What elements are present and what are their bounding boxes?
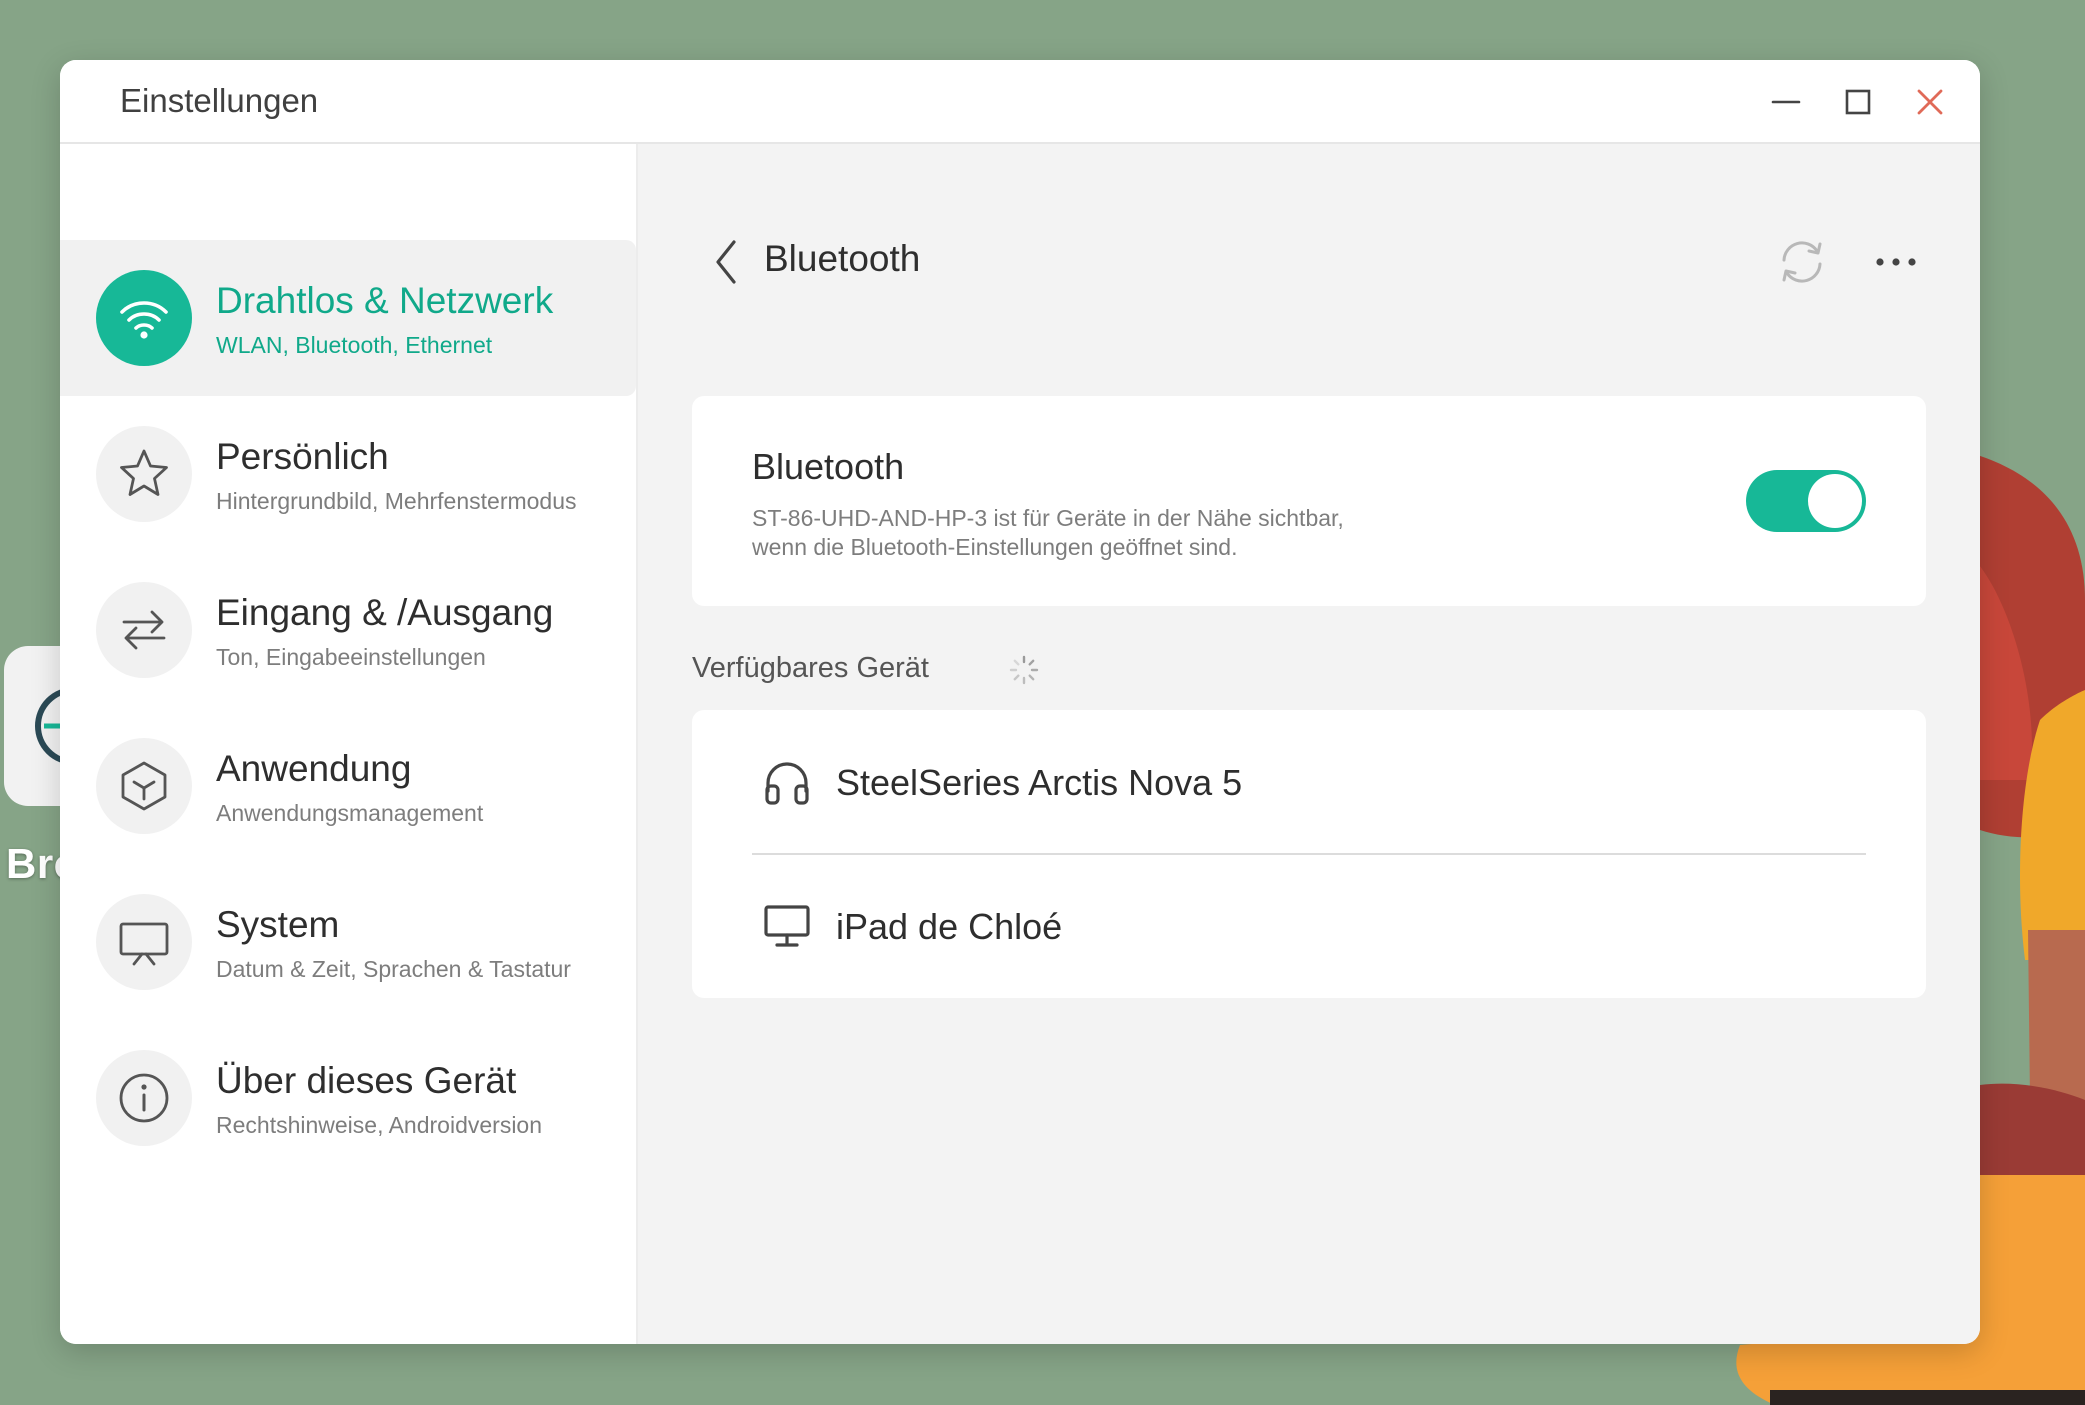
sidebar-item-title: Über dieses Gerät [216,1060,517,1101]
star-icon [96,426,192,522]
settings-window: Einstellungen Drahtlos & Netzwerk WLAN, … [60,60,1980,1344]
sidebar-item-title: Drahtlos & Netzwerk [216,280,554,321]
more-horizontal-icon [1876,258,1916,266]
sidebar-item-about-device[interactable]: Über dieses Gerät Rechtshinweise, Androi… [60,1020,636,1176]
maximize-button[interactable] [1838,82,1878,122]
available-devices-list: SteelSeries Arctis Nova 5 iPad de Chloé [692,710,1926,998]
bluetooth-setting-title: Bluetooth [752,446,905,487]
window-title: Einstellungen [120,82,319,119]
close-icon [1917,89,1943,115]
sidebar-item-wireless-network[interactable]: Drahtlos & Netzwerk WLAN, Bluetooth, Eth… [60,240,636,396]
device-name: SteelSeries Arctis Nova 5 [836,762,1243,803]
description-line: wenn die Bluetooth-Einstellungen geöffne… [752,534,1238,560]
bluetooth-toggle-card: Bluetooth ST-86-UHD-AND-HP-3 ist für Ger… [692,396,1926,606]
loading-spinner-icon [1009,655,1039,685]
settings-sidebar: Drahtlos & Netzwerk WLAN, Bluetooth, Eth… [60,144,638,1344]
bluetooth-settings-pane: Bluetooth Bluetooth ST-86-UHD-AND-HP-3 i… [638,144,1980,1344]
wifi-icon [96,270,192,366]
info-icon [96,1050,192,1146]
sidebar-item-title: Anwendung [216,748,412,789]
maximize-icon [1845,89,1871,115]
bluetooth-toggle-switch[interactable] [1746,470,1866,532]
page-title: Bluetooth [764,238,921,279]
back-button[interactable] [706,234,746,290]
device-name: iPad de Chloé [836,906,1063,947]
sidebar-item-subtitle: Ton, Eingabeeinstellungen [216,644,486,670]
device-item[interactable]: SteelSeries Arctis Nova 5 [692,710,1926,855]
available-devices-label: Verfügbares Gerät [692,652,929,684]
sidebar-item-subtitle: WLAN, Bluetooth, Ethernet [216,332,493,358]
description-line: ST-86-UHD-AND-HP-3 ist für Geräte in der… [752,505,1344,531]
device-item[interactable]: iPad de Chloé [692,854,1926,998]
sidebar-item-personal[interactable]: Persönlich Hintergrundbild, Mehrfensterm… [60,396,636,552]
sidebar-item-application[interactable]: Anwendung Anwendungsmanagement [60,708,636,864]
chevron-left-icon [716,240,736,284]
monitor-icon [764,905,810,947]
more-options-button[interactable] [1870,236,1922,288]
sidebar-item-subtitle: Hintergrundbild, Mehrfenstermodus [216,488,577,514]
title-bar: Einstellungen [60,60,1980,144]
cube-icon [96,738,192,834]
toggle-knob [1808,474,1862,528]
sidebar-item-input-output[interactable]: Eingang & /Ausgang Ton, Eingabeeinstellu… [60,552,636,708]
refresh-icon [1782,241,1822,283]
refresh-button[interactable] [1776,236,1828,288]
swap-arrows-icon [96,582,192,678]
minimize-icon [1771,100,1801,104]
display-icon [96,894,192,990]
sidebar-item-system[interactable]: System Datum & Zeit, Sprachen & Tastatur [60,864,636,1020]
sidebar-item-title: System [216,904,340,945]
sidebar-item-subtitle: Rechtshinweise, Androidversion [216,1112,543,1138]
headphones-icon [765,762,809,805]
sidebar-item-title: Eingang & /Ausgang [216,592,554,633]
sidebar-item-subtitle: Anwendungsmanagement [216,800,484,826]
bluetooth-visibility-description: ST-86-UHD-AND-HP-3 ist für Geräte in der… [752,504,1452,562]
minimize-button[interactable] [1766,82,1806,122]
close-button[interactable] [1910,82,1950,122]
sidebar-item-subtitle: Datum & Zeit, Sprachen & Tastatur [216,956,571,982]
sidebar-item-title: Persönlich [216,436,389,477]
